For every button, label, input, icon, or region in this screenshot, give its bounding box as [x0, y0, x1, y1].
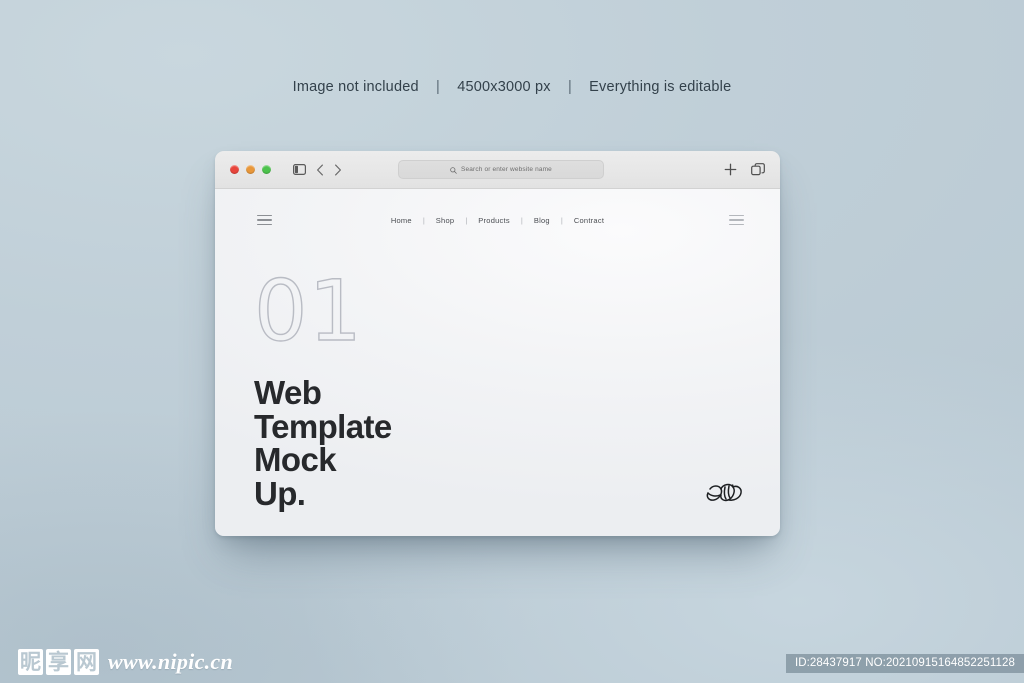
- address-bar-container: Search or enter website name: [398, 160, 604, 179]
- watermark-char: 网: [74, 649, 99, 675]
- browser-toolbar: Search or enter website name: [215, 151, 780, 189]
- hamburger-bar: [257, 214, 272, 217]
- browser-window: Search or enter website name Home | Shop…: [215, 151, 780, 536]
- hero-title-line-3: Mock: [254, 441, 337, 479]
- toolbar-nav-group: [293, 164, 342, 176]
- tab-overview-icon[interactable]: [751, 163, 765, 176]
- hamburger-bar: [729, 215, 744, 217]
- address-bar[interactable]: Search or enter website name: [398, 160, 604, 179]
- image-id-bar: ID:28437917 NO:20210915164852251128: [785, 654, 1024, 673]
- hero-title: Web Template Mock Up.: [254, 376, 392, 511]
- toolbar-right-group: [724, 151, 765, 188]
- hero-title-line-2: Template: [254, 407, 392, 445]
- hamburger-menu-icon[interactable]: [257, 214, 272, 226]
- caption-separator-2: |: [567, 79, 572, 95]
- search-icon: [450, 161, 457, 179]
- watermark-logo: 昵 享 网: [18, 649, 99, 675]
- hero-number: 01: [253, 262, 363, 360]
- secondary-menu-icon[interactable]: [729, 215, 744, 225]
- nav-item-contract[interactable]: Contract: [563, 216, 615, 225]
- watermark-char: 昵: [18, 649, 43, 675]
- nav-item-blog[interactable]: Blog: [523, 216, 561, 225]
- watermark-url: www.nipic.cn: [108, 649, 234, 674]
- caption-part-3: Everything is editable: [589, 79, 732, 95]
- nav-item-shop[interactable]: Shop: [425, 216, 466, 225]
- zoom-button[interactable]: [262, 165, 271, 174]
- watermark-char: 享: [46, 649, 71, 675]
- hamburger-bar: [729, 223, 744, 225]
- script-monogram-logo: [703, 478, 747, 512]
- sidebar-toggle-icon[interactable]: [293, 164, 306, 175]
- traffic-light-group: [230, 165, 271, 174]
- site-navigation: Home | Shop | Products | Blog | Contract: [215, 189, 780, 251]
- hero-title-line-4: Up.: [254, 474, 306, 512]
- caption-bar: Image not included | 4500x3000 px | Ever…: [0, 79, 1024, 95]
- chevron-right-icon[interactable]: [334, 164, 342, 176]
- hamburger-bar: [257, 219, 272, 221]
- chevron-left-icon[interactable]: [316, 164, 324, 176]
- hamburger-bar: [729, 219, 744, 221]
- website-content: Home | Shop | Products | Blog | Contract…: [215, 189, 780, 536]
- caption-part-1: Image not included: [292, 79, 419, 95]
- close-button[interactable]: [230, 165, 239, 174]
- hero-title-line-1: Web: [254, 373, 322, 411]
- nav-item-products[interactable]: Products: [467, 216, 521, 225]
- hero-section: 01 Web Template Mock Up.: [253, 262, 392, 511]
- minimize-button[interactable]: [246, 165, 255, 174]
- nav-links: Home | Shop | Products | Blog | Contract: [380, 216, 615, 225]
- caption-part-2: 4500x3000 px: [457, 79, 551, 95]
- watermark: 昵 享 网 www.nipic.cn: [18, 649, 233, 675]
- caption-separator-1: |: [435, 79, 440, 95]
- nav-item-home[interactable]: Home: [380, 216, 423, 225]
- hamburger-bar: [257, 223, 272, 226]
- plus-icon[interactable]: [724, 163, 737, 176]
- address-bar-placeholder: Search or enter website name: [461, 166, 552, 173]
